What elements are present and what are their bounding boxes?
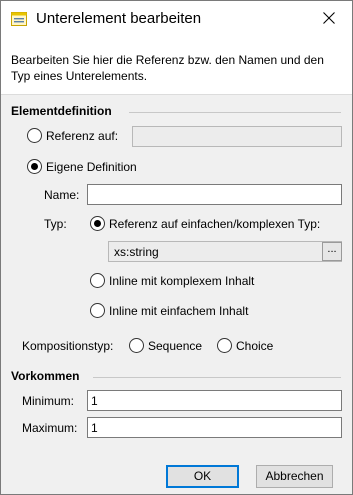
title-bar: Unterelement bearbeiten	[1, 1, 352, 38]
type-label: Typ:	[44, 217, 67, 231]
section-title-element-definition: Elementdefinition	[11, 104, 112, 118]
reference-radio[interactable]	[27, 128, 42, 143]
type-inline-simple-radio[interactable]	[90, 303, 105, 318]
section-title-occurrence: Vorkommen	[11, 369, 80, 383]
maximum-field[interactable]: 1	[87, 417, 342, 438]
browse-type-button[interactable]: ...	[322, 242, 342, 261]
type-inline-complex-radio[interactable]	[90, 273, 105, 288]
minimum-field[interactable]: 1	[87, 390, 342, 411]
type-inline-complex-label: Inline mit komplexem Inhalt	[109, 274, 255, 288]
section-divider	[129, 112, 341, 113]
composition-label: Kompositionstyp:	[22, 339, 114, 353]
description-text: Bearbeiten Sie hier die Referenz bzw. de…	[11, 53, 324, 83]
type-inline-simple-label: Inline mit einfachem Inhalt	[109, 304, 249, 318]
type-reference-radio-label: Referenz auf einfachen/komplexen Typ:	[109, 217, 321, 231]
dialog-window-icon	[11, 12, 27, 26]
dialog-window: Unterelement bearbeiten Bearbeiten Sie h…	[0, 0, 353, 495]
minimum-label: Minimum:	[22, 394, 75, 408]
own-definition-radio-label: Eigene Definition	[46, 160, 137, 174]
name-field[interactable]	[87, 184, 342, 205]
composition-sequence-label: Sequence	[148, 339, 203, 353]
reference-radio-label: Referenz auf:	[46, 129, 119, 143]
cancel-button[interactable]: Abbrechen	[256, 465, 333, 488]
type-value-field[interactable]: xs:string	[108, 241, 342, 262]
composition-choice-label: Choice	[236, 339, 274, 353]
name-label: Name:	[44, 188, 80, 202]
maximum-label: Maximum:	[22, 421, 78, 435]
section-divider	[93, 377, 341, 378]
ok-button[interactable]: OK	[166, 465, 239, 488]
composition-sequence-radio[interactable]	[129, 338, 144, 353]
dialog-title: Unterelement bearbeiten	[36, 10, 202, 27]
reference-input[interactable]	[132, 126, 342, 147]
description-panel: Bearbeiten Sie hier die Referenz bzw. de…	[1, 38, 352, 95]
own-definition-radio[interactable]	[27, 159, 42, 174]
type-reference-radio[interactable]	[90, 216, 105, 231]
button-bar: OK Abbrechen	[1, 456, 352, 494]
composition-choice-radio[interactable]	[217, 338, 232, 353]
close-icon	[323, 12, 335, 27]
close-button[interactable]	[306, 1, 352, 38]
